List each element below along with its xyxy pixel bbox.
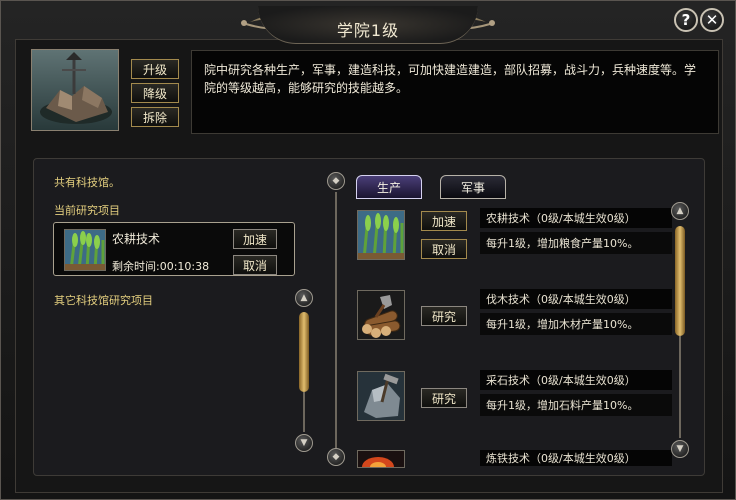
- current-research-timer: 剩余时间:00:10:38: [112, 260, 210, 273]
- right-scroll-up-icon[interactable]: ▲: [671, 202, 689, 220]
- tech-title: 伐木技术（0级/本城生效0级）: [480, 289, 672, 309]
- tech-title: 采石技术（0级/本城生效0级）: [480, 370, 672, 390]
- iron-icon: [357, 450, 405, 468]
- tech-title: 炼铁技术（0级/本城生效0级）: [480, 450, 672, 466]
- research-logging-button[interactable]: 研究: [421, 306, 467, 326]
- current-research-name: 农耕技术: [112, 232, 161, 246]
- demolish-button[interactable]: 拆除: [131, 107, 179, 127]
- right-scrollbar-thumb[interactable]: [675, 226, 685, 336]
- left-scroll-down-icon[interactable]: ▼: [295, 434, 313, 452]
- cancel-research-button[interactable]: 取消: [233, 255, 277, 275]
- building-description: 院中研究各种生产，军事，建造科技，可加快建造建造，部队招募，战斗力，兵种速度等。…: [191, 50, 719, 134]
- divider-top-icon: ◆: [327, 172, 345, 190]
- tab-military[interactable]: 军事: [440, 175, 506, 199]
- logs-icon: [357, 290, 405, 340]
- wheat-icon: [357, 210, 405, 260]
- right-scroll-rail: [679, 336, 681, 438]
- left-scroll-up-icon[interactable]: ▲: [295, 289, 313, 307]
- academy-building-icon: [40, 52, 112, 124]
- tech-effect: 每升1级，增加粮食产量10%。: [480, 232, 672, 254]
- other-research-label: 其它科技馆研究项目: [54, 294, 153, 307]
- tech-effect: 每升1级，增加石料产量10%。: [480, 394, 672, 416]
- window-title: 学院1级: [336, 21, 400, 40]
- divider-bottom-icon: ◆: [327, 448, 345, 466]
- help-button[interactable]: ?: [674, 8, 698, 32]
- shared-academy-label: 共有科技馆。: [54, 176, 120, 189]
- tech-effect: 每升1级，增加木材产量10%。: [480, 313, 672, 335]
- tech-cancel-button[interactable]: 取消: [421, 239, 467, 259]
- speedup-button[interactable]: 加速: [233, 229, 277, 249]
- tab-production[interactable]: 生产: [356, 175, 422, 199]
- wheat-icon: [64, 229, 106, 271]
- left-scroll-rail: [303, 392, 305, 432]
- tech-speedup-button[interactable]: 加速: [421, 211, 467, 231]
- upgrade-button[interactable]: 升级: [131, 59, 179, 79]
- panel-divider: [335, 192, 337, 448]
- stone-icon: [357, 371, 405, 421]
- research-stone-button[interactable]: 研究: [421, 388, 467, 408]
- current-research-label: 当前研究项目: [54, 204, 120, 217]
- left-scrollbar-thumb[interactable]: [299, 312, 309, 392]
- tech-title: 农耕技术（0级/本城生效0级）: [480, 208, 672, 228]
- downgrade-button[interactable]: 降级: [131, 83, 179, 103]
- close-button[interactable]: ✕: [700, 8, 724, 32]
- right-scroll-down-icon[interactable]: ▼: [671, 440, 689, 458]
- academy-building-image: [31, 49, 119, 131]
